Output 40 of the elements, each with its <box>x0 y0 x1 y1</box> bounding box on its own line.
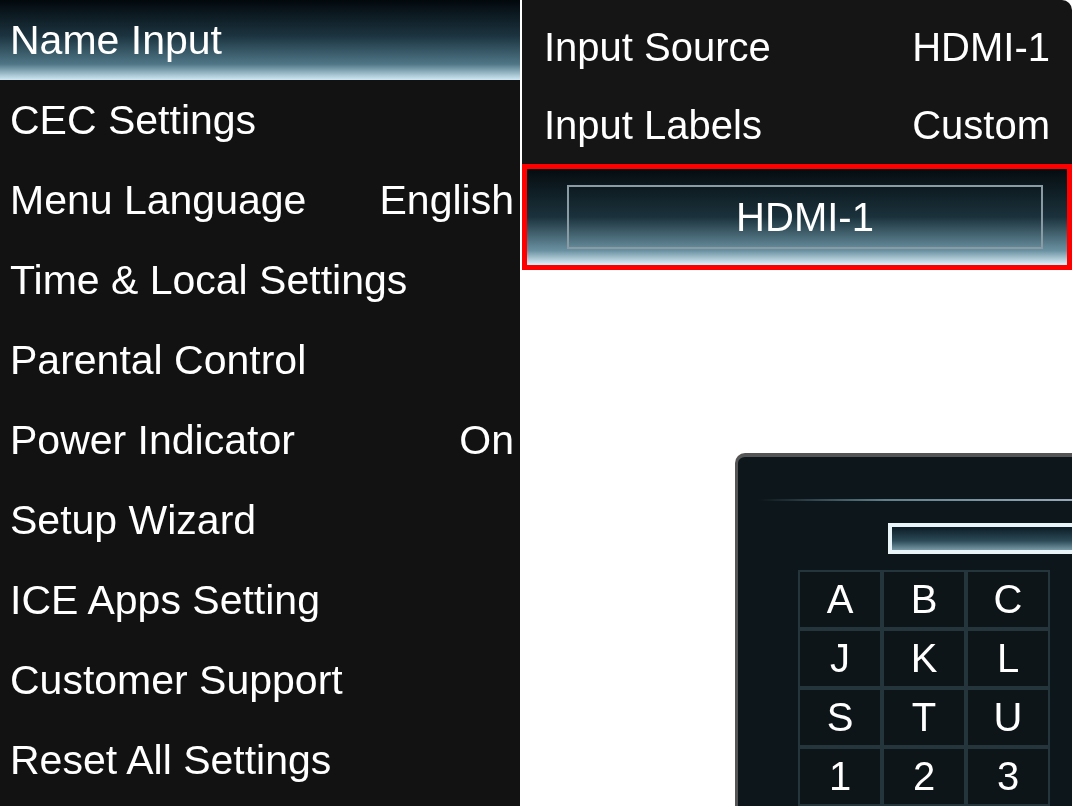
menu-item-label: Reset All Settings <box>10 736 332 784</box>
menu-item[interactable]: Time & Local Settings <box>0 240 520 320</box>
menu-item-label: CEC Settings <box>10 96 257 144</box>
menu-item-label: Name Input <box>10 16 222 64</box>
input-field[interactable]: HDMI-1 <box>567 185 1043 249</box>
keyboard-key[interactable]: J <box>798 629 882 688</box>
menu-item-label: ICE Apps Setting <box>10 576 320 624</box>
menu-item[interactable]: Parental Control <box>0 320 520 400</box>
keyboard-key[interactable]: K <box>882 629 966 688</box>
keyboard-key[interactable]: A <box>798 570 882 629</box>
keyboard-key[interactable]: 3 <box>966 747 1050 806</box>
setting-label: Input Labels <box>544 102 762 148</box>
menu-item[interactable]: ICE Apps Setting <box>0 560 520 640</box>
menu-item[interactable]: Power Indicator On <box>0 400 520 480</box>
menu-item[interactable]: Reset All Settings <box>0 720 520 800</box>
menu-item-label: Setup Wizard <box>10 496 257 544</box>
keyboard-key[interactable]: 2 <box>882 747 966 806</box>
keyboard-key[interactable]: U <box>966 688 1050 747</box>
setting-value: HDMI-1 <box>912 24 1050 70</box>
menu-item-value: On <box>459 416 514 464</box>
menu-item-label: Power Indicator <box>10 416 295 464</box>
keyboard-key[interactable]: B <box>882 570 966 629</box>
setting-label: Input Source <box>544 24 771 70</box>
menu-item[interactable]: CEC Settings <box>0 80 520 160</box>
menu-item-value: English <box>379 176 514 224</box>
menu-item[interactable]: Name Input <box>0 0 520 80</box>
input-field[interactable] <box>888 522 1072 554</box>
menu-item-label: Customer Support <box>10 656 343 704</box>
menu-item-label: Time & Local Settings <box>10 256 408 304</box>
keyboard-key[interactable]: S <box>798 688 882 747</box>
keyboard-key[interactable]: L <box>966 629 1050 688</box>
menu-item-label: Parental Control <box>10 336 307 384</box>
keyboard-key[interactable]: C <box>966 570 1050 629</box>
keyboard-key[interactable]: T <box>882 688 966 747</box>
menu-item-label: Menu Language <box>10 176 307 224</box>
menu-item[interactable]: Customer Support <box>0 640 520 720</box>
menu-item[interactable]: Setup Wizard <box>0 480 520 560</box>
setting-value: Custom <box>912 102 1050 148</box>
menu-item[interactable]: Menu Language English <box>0 160 520 240</box>
keyboard-key[interactable]: 1 <box>798 747 882 806</box>
